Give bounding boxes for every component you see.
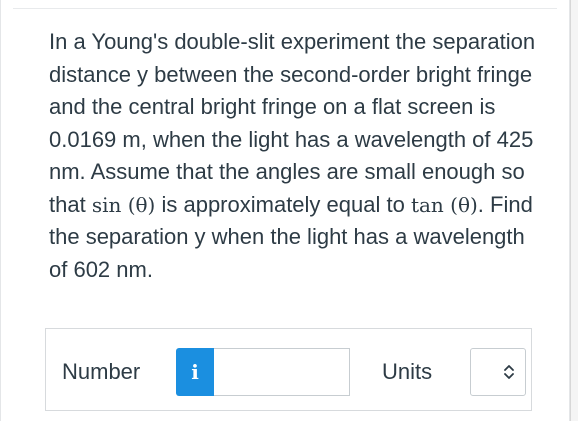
units-label: Units bbox=[382, 359, 433, 384]
units-select[interactable] bbox=[470, 348, 526, 396]
question-text-part-1: In a Young's double-slit experiment the … bbox=[49, 29, 536, 217]
math-tan-theta: tan (θ) bbox=[410, 192, 478, 217]
question-text-part-2: is approximately equal to bbox=[155, 191, 411, 217]
question-text: In a Young's double-slit experiment the … bbox=[49, 26, 549, 286]
info-icon[interactable]: i bbox=[176, 348, 214, 396]
right-scroll-edge bbox=[570, 0, 578, 421]
number-input[interactable] bbox=[214, 348, 350, 396]
number-label: Number bbox=[62, 359, 141, 384]
up-down-chevron-icon bbox=[504, 365, 514, 379]
answer-box: Number i Units bbox=[45, 328, 532, 411]
math-sin-theta: sin (θ) bbox=[91, 192, 156, 217]
question-panel: In a Young's double-slit experiment the … bbox=[0, 0, 570, 421]
top-divider bbox=[13, 8, 557, 9]
